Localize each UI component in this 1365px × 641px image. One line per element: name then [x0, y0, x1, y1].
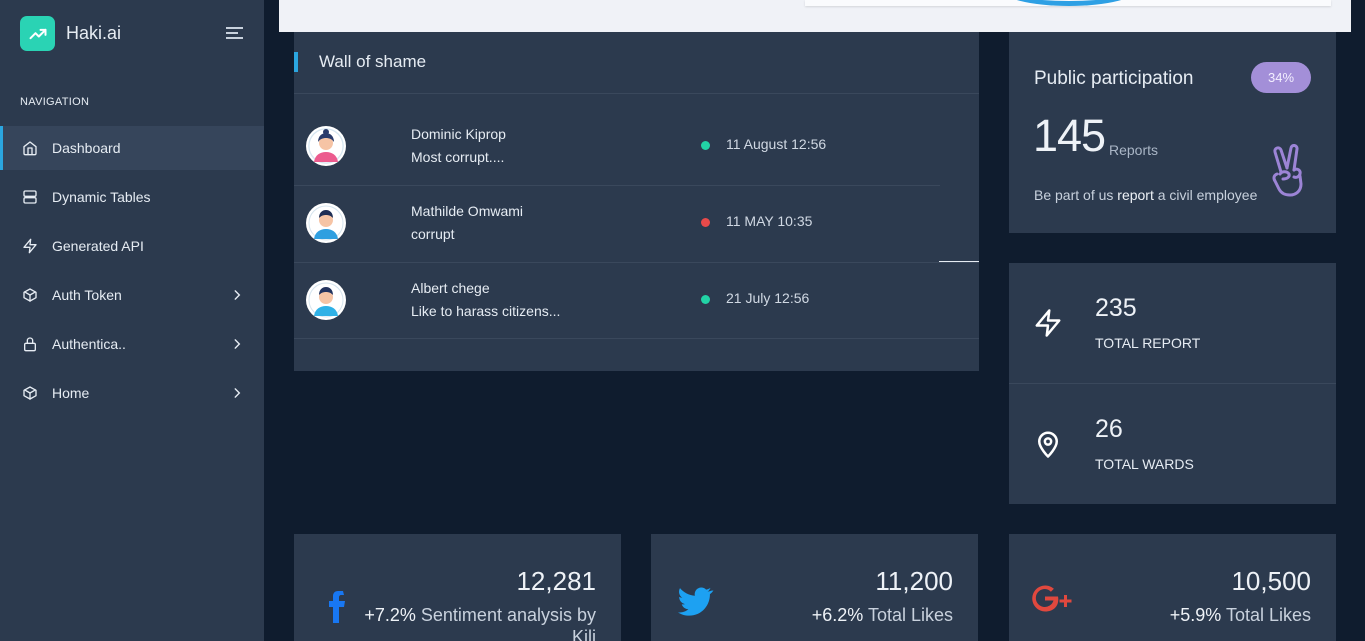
table-row[interactable]: Dominic Kiprop Most corrupt.... 11 Augus… [294, 108, 979, 185]
row-name: Albert chege [411, 280, 490, 296]
row-name: Mathilde Omwami [411, 203, 524, 219]
row-description: corrupt [411, 226, 455, 242]
home-icon [22, 140, 38, 156]
percentage-badge: 34% [1251, 62, 1311, 93]
public-participation-card: Public participation 34% 145 Reports Be … [1009, 32, 1336, 233]
sidebar-item-auth-token[interactable]: Auth Token [0, 273, 264, 317]
social-percent: +6.2% [811, 605, 864, 625]
chevron-right-icon [230, 337, 244, 351]
row-date: 11 MAY 10:35 [726, 213, 813, 229]
stat-label: TOTAL REPORT [1095, 335, 1201, 351]
text-after: a civil employee [1153, 187, 1258, 203]
box-icon [22, 385, 38, 401]
row-date: 11 August 12:56 [726, 136, 827, 152]
stat-value: 26 [1095, 415, 1123, 443]
lock-icon [22, 336, 38, 352]
sidebar-item-authentication[interactable]: Authentica.. [0, 322, 264, 366]
box-icon [22, 287, 38, 303]
sidebar: Haki.ai NAVIGATION Dashboard Dynamic Tab… [0, 0, 264, 641]
zap-icon [1033, 307, 1063, 339]
card-title: Wall of shame [294, 52, 426, 72]
text-before: Be part of us [1034, 187, 1118, 203]
sidebar-item-label: Authentica.. [52, 336, 126, 352]
stat-total-report: 235 TOTAL REPORT [1009, 263, 1336, 383]
report-link[interactable]: report [1117, 187, 1154, 203]
nav-heading: NAVIGATION [20, 96, 90, 108]
social-subtitle: +5.9% Total Likes [1061, 604, 1311, 626]
social-value: 11,200 [875, 566, 953, 596]
row-divider [294, 338, 979, 339]
map-pin-icon [1033, 428, 1063, 460]
wall-of-shame-card: Wall of shame Dominic Kiprop Most corrup… [294, 32, 979, 371]
social-value: 10,500 [1231, 566, 1311, 596]
status-dot [701, 218, 710, 227]
menu-toggle-icon[interactable] [226, 26, 244, 40]
chevron-right-icon [230, 288, 244, 302]
avatar [306, 203, 346, 243]
social-percent: +7.2% [364, 605, 416, 625]
report-count: 145 [1033, 110, 1106, 161]
social-label: Sentiment analysis by Kili [420, 605, 596, 641]
social-label: Total Likes [867, 605, 953, 625]
table-row[interactable]: Mathilde Omwami corrupt 11 MAY 10:35 [294, 185, 979, 262]
social-subtitle: +6.2% Total Likes [703, 604, 953, 626]
social-label: Total Likes [1225, 605, 1311, 625]
sidebar-item-label: Dynamic Tables [52, 189, 151, 205]
sidebar-item-dynamic-tables[interactable]: Dynamic Tables [0, 175, 264, 219]
top-banner [279, 0, 1351, 32]
card-title: Public participation [1034, 68, 1194, 89]
stat-total-wards: 26 TOTAL WARDS [1009, 384, 1336, 504]
brand[interactable]: Haki.ai [20, 16, 121, 51]
social-card-google-plus: 10,500 +5.9% Total Likes [1009, 534, 1336, 641]
sidebar-item-dashboard[interactable]: Dashboard [0, 126, 264, 170]
brand-name: Haki.ai [66, 23, 122, 43]
server-icon [22, 189, 38, 205]
social-subtitle: +7.2% Sentiment analysis by Kili [346, 604, 596, 641]
trending-up-icon [20, 16, 55, 51]
zap-icon [22, 238, 38, 254]
row-date: 21 July 12:56 [726, 290, 810, 306]
sidebar-nav: Dashboard Dynamic Tables Generated API A… [0, 126, 264, 420]
sidebar-item-label: Auth Token [52, 287, 122, 303]
row-name: Dominic Kiprop [411, 126, 506, 142]
sidebar-item-label: Dashboard [52, 140, 121, 156]
social-card-twitter: 11,200 +6.2% Total Likes [651, 534, 978, 641]
status-dot [701, 295, 710, 304]
report-unit: Reports [1109, 142, 1159, 158]
avatar [306, 126, 346, 166]
divider [294, 93, 979, 94]
chevron-right-icon [230, 386, 244, 400]
social-card-facebook: 12,281 +7.2% Sentiment analysis by Kili [294, 534, 621, 641]
row-description: Most corrupt.... [411, 149, 505, 165]
stat-value: 235 [1095, 294, 1137, 322]
sidebar-item-home[interactable]: Home [0, 371, 264, 415]
status-dot [701, 141, 710, 150]
social-percent: +5.9% [1169, 605, 1222, 625]
sidebar-item-label: Home [52, 385, 90, 401]
stat-label: TOTAL WARDS [1095, 456, 1194, 472]
row-description: Like to harass citizens... [411, 303, 561, 319]
avatar [306, 280, 346, 320]
stats-card: 235 TOTAL REPORT 26 TOTAL WARDS [1009, 263, 1336, 504]
participation-text: Be part of us report a civil employee [1034, 187, 1257, 203]
sidebar-item-label: Generated API [52, 238, 144, 254]
social-value: 12,281 [516, 566, 596, 596]
table-row[interactable]: Albert chege Like to harass citizens... … [294, 262, 979, 339]
victory-hand-icon [1267, 143, 1309, 198]
sidebar-item-generated-api[interactable]: Generated API [0, 224, 264, 268]
